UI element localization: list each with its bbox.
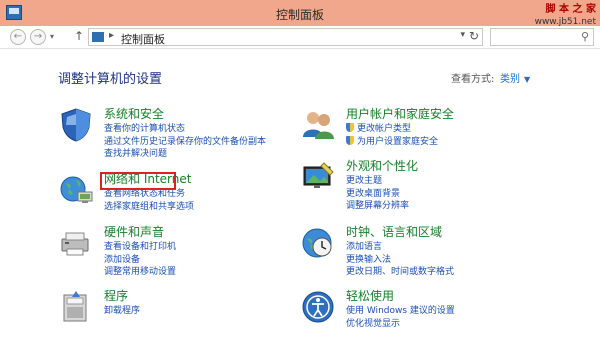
title-bar: 控制面板 脚 本 之 家 www.jb51.net: [0, 0, 600, 28]
category-link[interactable]: 查看设备和打印机: [104, 241, 176, 254]
view-by-label: 查看方式:: [451, 74, 495, 85]
category-link[interactable]: 更改帐户类型: [346, 123, 438, 136]
search-icon[interactable]: ⚲: [581, 30, 589, 43]
forward-button[interactable]: →: [30, 29, 46, 45]
watermark-line1: 脚 本 之 家: [545, 4, 596, 15]
breadcrumb-separator-icon[interactable]: ▸: [109, 30, 114, 41]
up-icon[interactable]: ↑: [74, 29, 84, 43]
user-accounts-icon[interactable]: [300, 107, 336, 143]
back-button[interactable]: ←: [10, 29, 26, 45]
page-heading: 调整计算机的设置: [58, 72, 163, 87]
category-link[interactable]: 卸载程序: [104, 305, 140, 318]
network-icon[interactable]: [58, 172, 94, 208]
breadcrumb-control-panel[interactable]: 控制面板: [121, 31, 165, 47]
category-title[interactable]: 轻松使用: [346, 287, 394, 304]
ease-of-access-icon[interactable]: [300, 289, 336, 325]
category-link[interactable]: 使用 Windows 建议的设置: [346, 305, 455, 318]
category-title[interactable]: 程序: [104, 287, 128, 304]
category-link[interactable]: 选择家庭组和共享选项: [104, 201, 194, 214]
navigation-bar: ← → ▾ ↑ ▸ 控制面板 ▾ ↻ ⚲: [0, 26, 600, 48]
category-link[interactable]: 更换输入法: [346, 254, 454, 267]
category-link[interactable]: 更改主题: [346, 175, 409, 188]
category-link[interactable]: 更改桌面背景: [346, 188, 409, 201]
hardware-sound-icon[interactable]: [58, 225, 94, 261]
window-title: 控制面板: [275, 8, 324, 22]
category-title[interactable]: 时钟、语言和区域: [346, 223, 442, 240]
system-security-icon[interactable]: [58, 107, 94, 143]
category-link[interactable]: 更改日期、时间或数字格式: [346, 266, 454, 279]
category-title[interactable]: 外观和个性化: [346, 157, 418, 174]
view-by-value[interactable]: 类别: [500, 74, 520, 85]
category-link[interactable]: 调整屏幕分辨率: [346, 200, 409, 213]
address-dropdown-icon[interactable]: ▾: [460, 30, 465, 40]
address-bar[interactable]: ▸ 控制面板 ▾ ↻: [88, 28, 483, 46]
control-panel-small-icon: [92, 32, 104, 42]
search-input[interactable]: ⚲: [490, 28, 594, 46]
category-link[interactable]: 查找并解决问题: [104, 148, 266, 161]
refresh-icon[interactable]: ↻: [469, 29, 479, 43]
watermark: 脚 本 之 家 www.jb51.net: [535, 4, 596, 28]
main-content: 调整计算机的设置 查看方式: 类别 ▼ 系统和安全 查看你的计算机状态 通过文件历…: [0, 48, 600, 337]
category-link[interactable]: 为用户设置家庭安全: [346, 136, 438, 149]
category-title[interactable]: 用户帐户和家庭安全: [346, 105, 454, 122]
clock-language-icon[interactable]: [300, 225, 336, 261]
category-link[interactable]: 通过文件历史记录保存你的文件备份副本: [104, 136, 266, 149]
view-by-dropdown[interactable]: 类别 ▼: [500, 70, 530, 85]
category-link[interactable]: 调整常用移动设置: [104, 266, 176, 279]
appearance-icon[interactable]: [300, 159, 336, 195]
category-title[interactable]: 硬件和声音: [104, 223, 164, 240]
category-link[interactable]: 添加语言: [346, 241, 454, 254]
highlight-box: [100, 172, 176, 190]
category-link[interactable]: 添加设备: [104, 254, 176, 267]
recent-pages-dropdown-icon[interactable]: ▾: [50, 32, 54, 41]
category-link[interactable]: 查看你的计算机状态: [104, 123, 266, 136]
category-title[interactable]: 系统和安全: [104, 105, 164, 122]
chevron-down-icon[interactable]: ▼: [524, 75, 530, 84]
category-link[interactable]: 优化视觉显示: [346, 318, 455, 331]
programs-icon[interactable]: [58, 289, 94, 325]
